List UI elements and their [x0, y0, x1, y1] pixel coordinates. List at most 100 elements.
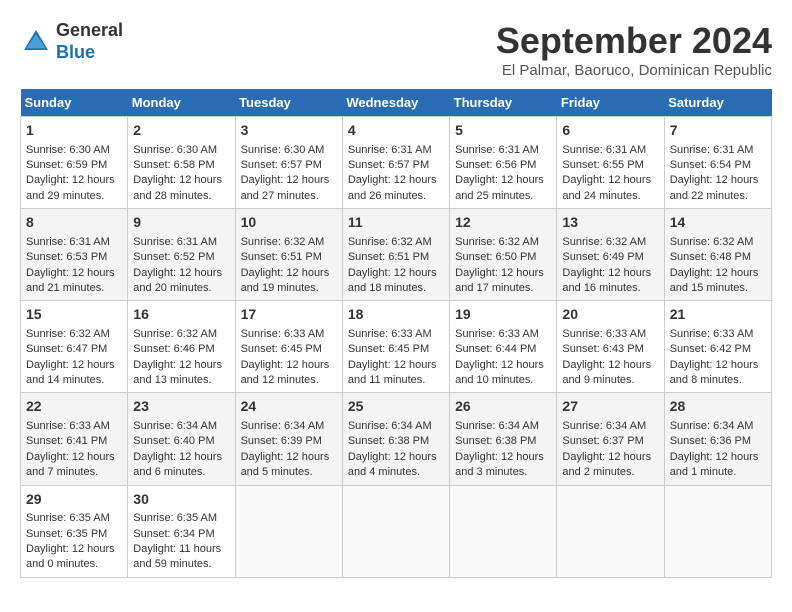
day-number: 26 [455, 397, 551, 417]
daylight: Daylight: 12 hours and 2 minutes. [562, 450, 658, 481]
daylight: Daylight: 12 hours and 28 minutes. [133, 173, 229, 204]
day-cell-1: 1 Sunrise: 6:30 AMSunset: 6:59 PMDaylight… [21, 117, 128, 209]
day-number: 14 [670, 213, 766, 233]
daylight: Daylight: 12 hours and 1 minute. [670, 450, 766, 481]
sunrise: Sunrise: 6:34 AM [241, 419, 337, 434]
daylight: Daylight: 12 hours and 27 minutes. [241, 173, 337, 204]
sunrise: Sunrise: 6:31 AM [562, 143, 658, 158]
day-number: 4 [348, 121, 444, 141]
day-cell-2: 2 Sunrise: 6:30 AMSunset: 6:58 PMDaylight… [128, 117, 235, 209]
sunrise: Sunrise: 6:35 AM [133, 511, 229, 526]
daylight: Daylight: 12 hours and 29 minutes. [26, 173, 122, 204]
day-number: 28 [670, 397, 766, 417]
day-cell-24: 24Sunrise: 6:34 AMSunset: 6:39 PMDayligh… [235, 393, 342, 485]
sunrise: Sunrise: 6:32 AM [241, 235, 337, 250]
header: General Blue September 2024 El Palmar, B… [20, 20, 772, 79]
sunset: Sunset: 6:47 PM [26, 342, 122, 357]
day-cell-19: 19Sunrise: 6:33 AMSunset: 6:44 PMDayligh… [450, 301, 557, 393]
logo: General Blue [20, 20, 123, 63]
day-number: 15 [26, 305, 122, 325]
week-row-2: 8Sunrise: 6:31 AMSunset: 6:53 PMDaylight… [21, 209, 772, 301]
sunrise: Sunrise: 6:33 AM [348, 327, 444, 342]
daylight: Daylight: 12 hours and 3 minutes. [455, 450, 551, 481]
sunset: Sunset: 6:51 PM [241, 250, 337, 265]
day-cell-14: 14Sunrise: 6:32 AMSunset: 6:48 PMDayligh… [664, 209, 771, 301]
daylight: Daylight: 12 hours and 7 minutes. [26, 450, 122, 481]
daylight: Daylight: 12 hours and 26 minutes. [348, 173, 444, 204]
sunset: Sunset: 6:38 PM [348, 434, 444, 449]
day-number: 21 [670, 305, 766, 325]
sunset: Sunset: 6:40 PM [133, 434, 229, 449]
sunset: Sunset: 6:48 PM [670, 250, 766, 265]
day-cell-25: 25Sunrise: 6:34 AMSunset: 6:38 PMDayligh… [342, 393, 449, 485]
day-number: 1 [26, 121, 122, 141]
sunset: Sunset: 6:55 PM [562, 158, 658, 173]
logo-icon [20, 26, 52, 58]
sunrise: Sunrise: 6:30 AM [133, 143, 229, 158]
sunset: Sunset: 6:52 PM [133, 250, 229, 265]
sunset: Sunset: 6:57 PM [348, 158, 444, 173]
day-number: 18 [348, 305, 444, 325]
sunrise: Sunrise: 6:35 AM [26, 511, 122, 526]
daylight: Daylight: 12 hours and 21 minutes. [26, 266, 122, 297]
sunrise: Sunrise: 6:31 AM [455, 143, 551, 158]
sunset: Sunset: 6:34 PM [133, 527, 229, 542]
sunrise: Sunrise: 6:31 AM [26, 235, 122, 250]
sunrise: Sunrise: 6:34 AM [133, 419, 229, 434]
day-cell-4: 4 Sunrise: 6:31 AMSunset: 6:57 PMDaylight… [342, 117, 449, 209]
daylight: Daylight: 12 hours and 0 minutes. [26, 542, 122, 573]
logo-general: General [56, 20, 123, 42]
col-header-wednesday: Wednesday [342, 89, 449, 117]
day-number: 10 [241, 213, 337, 233]
sunset: Sunset: 6:37 PM [562, 434, 658, 449]
location: El Palmar, Baoruco, Dominican Republic [496, 62, 772, 79]
sunset: Sunset: 6:44 PM [455, 342, 551, 357]
sunset: Sunset: 6:57 PM [241, 158, 337, 173]
week-row-4: 22Sunrise: 6:33 AMSunset: 6:41 PMDayligh… [21, 393, 772, 485]
daylight: Daylight: 12 hours and 20 minutes. [133, 266, 229, 297]
day-number: 6 [562, 121, 658, 141]
day-cell-13: 13Sunrise: 6:32 AMSunset: 6:49 PMDayligh… [557, 209, 664, 301]
empty-cell [450, 485, 557, 577]
daylight: Daylight: 12 hours and 16 minutes. [562, 266, 658, 297]
month-title: September 2024 [496, 20, 772, 62]
week-row-5: 29Sunrise: 6:35 AMSunset: 6:35 PMDayligh… [21, 485, 772, 577]
col-header-tuesday: Tuesday [235, 89, 342, 117]
day-cell-12: 12Sunrise: 6:32 AMSunset: 6:50 PMDayligh… [450, 209, 557, 301]
day-number: 22 [26, 397, 122, 417]
sunset: Sunset: 6:59 PM [26, 158, 122, 173]
day-number: 7 [670, 121, 766, 141]
daylight: Daylight: 12 hours and 22 minutes. [670, 173, 766, 204]
day-cell-3: 3Sunrise: 6:30 AMSunset: 6:57 PMDaylight… [235, 117, 342, 209]
daylight: Daylight: 12 hours and 9 minutes. [562, 358, 658, 389]
sunrise: Sunrise: 6:31 AM [670, 143, 766, 158]
col-header-thursday: Thursday [450, 89, 557, 117]
col-header-sunday: Sunday [21, 89, 128, 117]
sunrise: Sunrise: 6:31 AM [348, 143, 444, 158]
sunrise: Sunrise: 6:30 AM [26, 143, 122, 158]
sunrise: Sunrise: 6:32 AM [348, 235, 444, 250]
sunset: Sunset: 6:54 PM [670, 158, 766, 173]
day-number: 13 [562, 213, 658, 233]
daylight: Daylight: 12 hours and 5 minutes. [241, 450, 337, 481]
day-cell-21: 21Sunrise: 6:33 AMSunset: 6:42 PMDayligh… [664, 301, 771, 393]
sunset: Sunset: 6:56 PM [455, 158, 551, 173]
daylight: Daylight: 12 hours and 15 minutes. [670, 266, 766, 297]
day-cell-26: 26Sunrise: 6:34 AMSunset: 6:38 PMDayligh… [450, 393, 557, 485]
day-number: 3 [241, 121, 337, 141]
sunset: Sunset: 6:58 PM [133, 158, 229, 173]
sunrise: Sunrise: 6:34 AM [670, 419, 766, 434]
daylight: Daylight: 12 hours and 24 minutes. [562, 173, 658, 204]
day-cell-17: 17Sunrise: 6:33 AMSunset: 6:45 PMDayligh… [235, 301, 342, 393]
logo-blue: Blue [56, 42, 123, 64]
day-number: 2 [133, 121, 229, 141]
day-number: 11 [348, 213, 444, 233]
day-cell-23: 23Sunrise: 6:34 AMSunset: 6:40 PMDayligh… [128, 393, 235, 485]
col-header-monday: Monday [128, 89, 235, 117]
sunset: Sunset: 6:38 PM [455, 434, 551, 449]
day-cell-6: 6 Sunrise: 6:31 AMSunset: 6:55 PMDaylight… [557, 117, 664, 209]
daylight: Daylight: 12 hours and 14 minutes. [26, 358, 122, 389]
day-cell-30: 30Sunrise: 6:35 AMSunset: 6:34 PMDayligh… [128, 485, 235, 577]
day-cell-15: 15Sunrise: 6:32 AMSunset: 6:47 PMDayligh… [21, 301, 128, 393]
daylight: Daylight: 12 hours and 13 minutes. [133, 358, 229, 389]
